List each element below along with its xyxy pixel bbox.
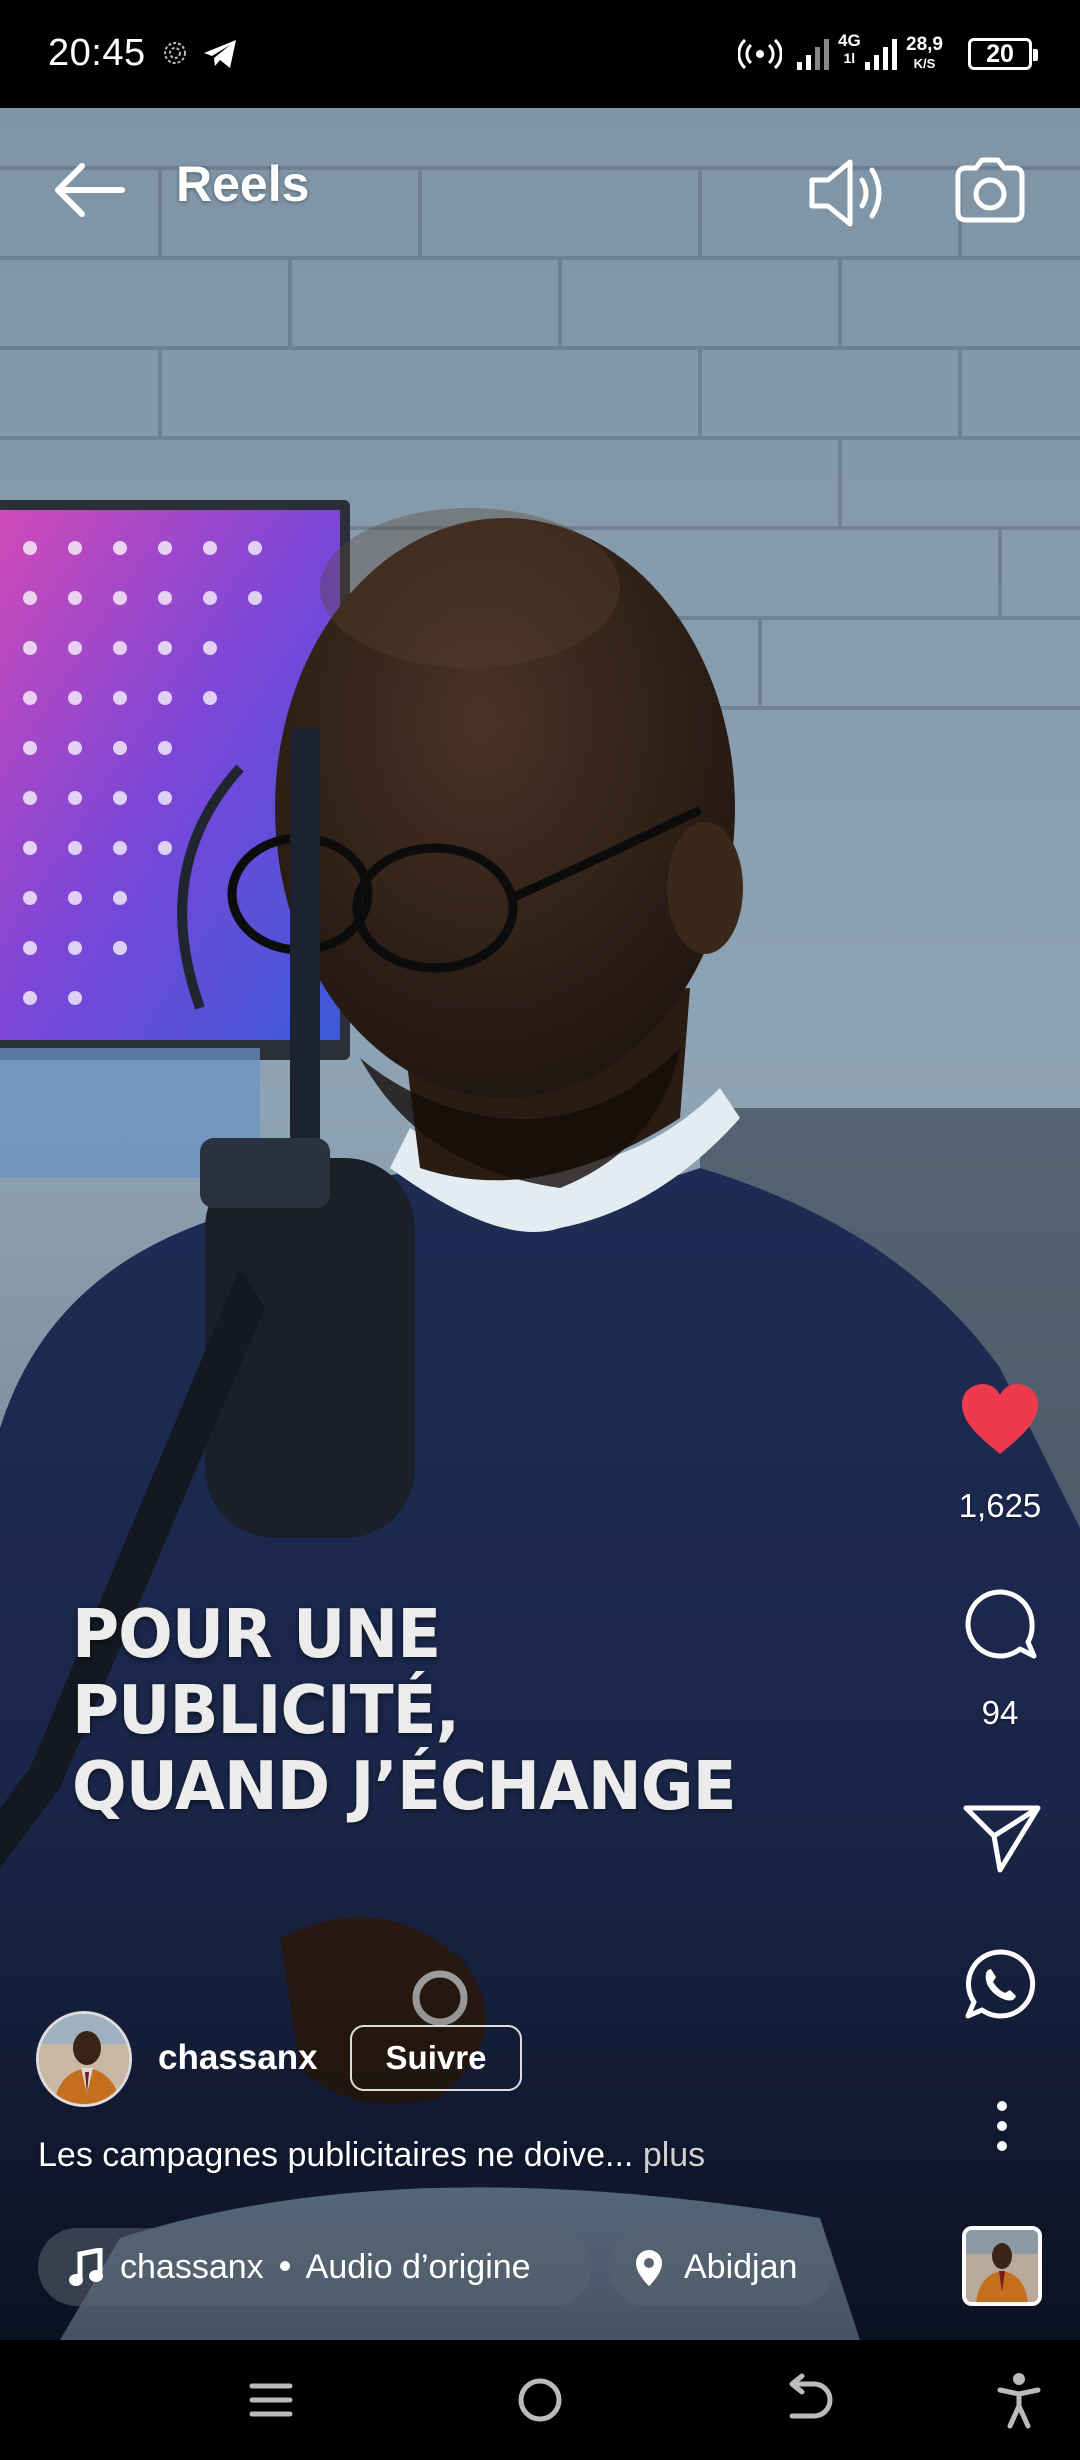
location-chip[interactable]: Abidjan xyxy=(608,2228,834,2306)
home-button[interactable] xyxy=(512,2370,568,2435)
audio-chip[interactable]: chassanx Audio d’origine xyxy=(38,2228,592,2306)
send-paper-plane-icon xyxy=(963,1805,1041,1873)
reel-video[interactable] xyxy=(0,108,1080,2340)
comment-bubble-icon xyxy=(965,1589,1037,1659)
signal-icon xyxy=(796,36,834,77)
battery-indicator: 20 xyxy=(968,38,1038,70)
fingerprint-icon xyxy=(162,40,188,71)
more-vertical-icon xyxy=(997,2101,1007,2151)
location-pin-icon xyxy=(636,2250,662,2286)
signal-icon-2 xyxy=(864,36,900,77)
hotspot-icon xyxy=(737,36,783,77)
audio-thumbnail[interactable] xyxy=(962,2226,1042,2306)
network-type: 4G 1l xyxy=(838,32,861,67)
music-note-icon xyxy=(69,2248,103,2286)
audio-label: Audio d’origine xyxy=(305,2248,531,2286)
page-title: Reels xyxy=(176,156,310,212)
location-label: Abidjan xyxy=(684,2248,798,2286)
volume-button[interactable] xyxy=(800,148,890,238)
network-sub-label: 1l xyxy=(843,50,856,66)
camera-icon xyxy=(955,157,1025,223)
user-avatar[interactable] xyxy=(36,2011,132,2107)
video-caption-line-1: POUR UNE PUBLICITÉ, xyxy=(72,1595,460,1749)
arrow-left-icon xyxy=(55,163,125,217)
share-button[interactable] xyxy=(962,1800,1042,1874)
camera-button[interactable] xyxy=(950,150,1030,230)
separator-dot xyxy=(279,2261,290,2272)
comment-button[interactable] xyxy=(960,1584,1040,1664)
network-type-label: 4G xyxy=(838,31,861,50)
audio-thumbnail-image xyxy=(966,2230,1038,2302)
return-arrow-icon xyxy=(789,2373,833,2419)
telegram-icon xyxy=(202,38,238,75)
circle-home-icon xyxy=(518,2378,562,2422)
audio-info: chassanx Audio d’origine xyxy=(120,2228,531,2306)
speed-value: 28,9 xyxy=(906,34,943,55)
like-count: 1,625 xyxy=(958,1487,1042,1524)
video-caption-line-2: QUAND J’ÉCHANGE xyxy=(72,1747,737,1825)
description-text: Les campagnes publicitaires ne doive... xyxy=(38,2136,634,2174)
accessibility-icon xyxy=(997,2373,1041,2429)
status-bar: 20:45 4G 1l 28,9 K/S 20 xyxy=(0,0,1080,108)
whatsapp-icon xyxy=(965,1949,1036,2019)
accessibility-button[interactable] xyxy=(994,2370,1044,2435)
network-speed: 28,9 K/S xyxy=(906,34,943,73)
nav-back-button[interactable] xyxy=(784,2370,834,2435)
status-time: 20:45 xyxy=(48,32,146,74)
audio-user: chassanx xyxy=(120,2248,264,2286)
system-nav-bar xyxy=(0,2340,1080,2460)
whatsapp-share-button[interactable] xyxy=(960,1944,1040,2024)
menu-lines-icon xyxy=(249,2383,293,2417)
video-frame xyxy=(0,108,1080,2340)
more-options-button[interactable] xyxy=(982,2096,1022,2156)
post-description[interactable]: Les campagnes publicitaires ne doive... … xyxy=(38,2136,705,2175)
heart-filled-icon xyxy=(962,1384,1038,1454)
follow-button[interactable]: Suivre xyxy=(350,2025,522,2091)
recents-button[interactable] xyxy=(246,2370,296,2435)
speed-unit: K/S xyxy=(913,56,936,71)
like-button[interactable] xyxy=(958,1380,1042,1460)
back-button[interactable] xyxy=(50,150,130,230)
more-link[interactable]: plus xyxy=(643,2136,705,2174)
video-caption: POUR UNE PUBLICITÉ, QUAND J’ÉCHANGE xyxy=(72,1596,802,1824)
volume-icon xyxy=(809,159,882,227)
username[interactable]: chassanx xyxy=(158,2038,318,2078)
comment-count: 94 xyxy=(981,1694,1019,1731)
